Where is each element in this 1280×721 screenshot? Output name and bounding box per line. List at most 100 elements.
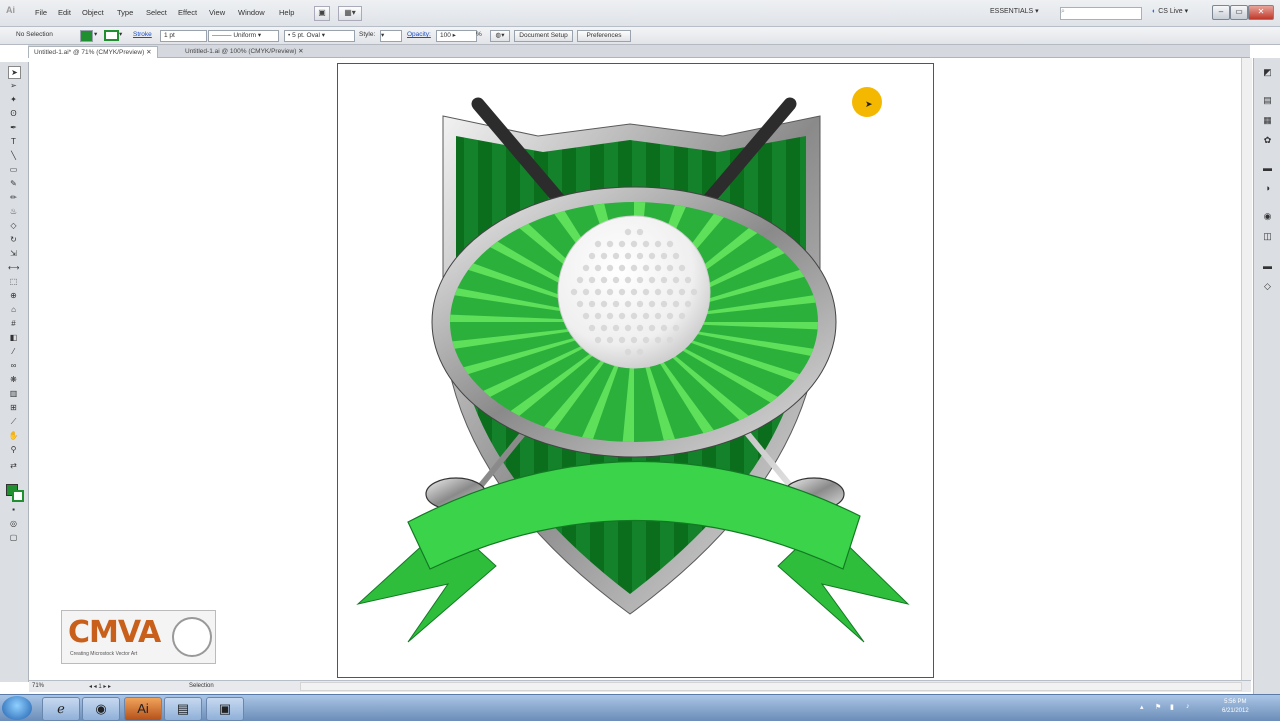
- layers-icon[interactable]: ◫: [1261, 230, 1274, 243]
- maximize-button[interactable]: ▭: [1230, 5, 1248, 20]
- arrange-documents-button[interactable]: ▦▾: [338, 6, 362, 21]
- artboard-nav[interactable]: ◂ ◂ 1 ▸ ▸: [89, 683, 111, 690]
- close-icon[interactable]: ✕: [298, 48, 303, 55]
- mesh-tool-icon[interactable]: #: [8, 318, 19, 329]
- screen-mode-icon[interactable]: ▢: [8, 532, 19, 543]
- perspective-grid-tool-icon[interactable]: ⌂: [8, 304, 19, 315]
- tab-document-2[interactable]: Untitled-1.ai @ 100% (CMYK/Preview) ✕: [180, 46, 309, 57]
- document-setup-button[interactable]: Document Setup: [514, 30, 573, 42]
- tray-volume-icon[interactable]: ♪: [1186, 703, 1190, 710]
- symbols-icon[interactable]: ▬: [1261, 162, 1274, 175]
- close-icon[interactable]: ✕: [146, 49, 151, 56]
- direct-selection-tool-icon[interactable]: ➢: [8, 80, 19, 91]
- golf-ball-dimple: [606, 312, 614, 320]
- notes-icon[interactable]: ▤: [164, 697, 202, 721]
- firefox-icon[interactable]: ◉: [82, 697, 120, 721]
- swatches-icon[interactable]: ▦: [1261, 114, 1274, 127]
- zoom-tool-icon[interactable]: ⚲: [8, 444, 19, 455]
- width-tool-icon[interactable]: ⟷: [8, 262, 19, 273]
- drawing-mode-icon[interactable]: ◎: [8, 518, 19, 529]
- stroke-color-icon[interactable]: [12, 490, 24, 502]
- menu-file[interactable]: File: [35, 8, 47, 17]
- brushes-icon[interactable]: ✿: [1261, 134, 1274, 147]
- menu-edit[interactable]: Edit: [58, 8, 71, 17]
- menu-object[interactable]: Object: [82, 8, 104, 17]
- scale-tool-icon[interactable]: ⇲: [8, 248, 19, 259]
- illustrator-icon[interactable]: Ai: [124, 697, 162, 721]
- workspace-switcher[interactable]: ESSENTIALS ▾: [990, 7, 1039, 15]
- blob-brush-tool-icon[interactable]: ♨: [8, 206, 19, 217]
- transparency-icon[interactable]: ◇: [1261, 280, 1274, 293]
- blend-tool-icon[interactable]: ∞: [8, 360, 19, 371]
- current-tool-status[interactable]: Selection: [189, 683, 214, 689]
- menu-select[interactable]: Select: [146, 8, 167, 17]
- pen-tool-icon[interactable]: ✒: [8, 122, 19, 133]
- menu-window[interactable]: Window: [238, 8, 265, 17]
- brush-value: 5 pt. Oval: [292, 32, 320, 39]
- menu-view[interactable]: View: [209, 8, 225, 17]
- vertical-scrollbar[interactable]: [1241, 58, 1252, 680]
- slice-tool-icon[interactable]: ⟋: [8, 416, 19, 427]
- search-input[interactable]: ⌕: [1060, 7, 1142, 20]
- golf-ball-dimple: [594, 240, 602, 248]
- golf-ball-dimple: [672, 324, 680, 332]
- ie-icon[interactable]: ℯ: [42, 697, 80, 721]
- minimize-button[interactable]: –: [1212, 5, 1230, 20]
- color-guide-icon[interactable]: ▤: [1261, 94, 1274, 107]
- tray-arrow-icon[interactable]: ▴: [1140, 703, 1144, 711]
- tray-network-icon[interactable]: ▮: [1170, 703, 1174, 711]
- hand-tool-icon[interactable]: ✋: [8, 430, 19, 441]
- bridge-button[interactable]: ▣: [314, 6, 330, 21]
- opacity-field[interactable]: 100 ▸: [436, 30, 477, 42]
- recolor-artwork-button[interactable]: ◍▾: [490, 30, 510, 42]
- start-button[interactable]: [2, 696, 32, 720]
- system-clock[interactable]: 5:56 PM 6/21/2012: [1222, 698, 1249, 716]
- line-tool-icon[interactable]: ╲: [8, 150, 19, 161]
- appearance-icon[interactable]: ◉: [1261, 210, 1274, 223]
- menu-effect[interactable]: Effect: [178, 8, 197, 17]
- graph-tool-icon[interactable]: ▥: [8, 388, 19, 399]
- stroke-panel-icon[interactable]: ▬: [1261, 260, 1274, 273]
- free-transform-tool-icon[interactable]: ⬚: [8, 276, 19, 287]
- media-icon[interactable]: ▣: [206, 697, 244, 721]
- symbol-sprayer-tool-icon[interactable]: ❋: [8, 374, 19, 385]
- stroke-dropdown-icon[interactable]: ▾: [119, 30, 122, 40]
- fill-dropdown-icon[interactable]: ▾: [94, 30, 97, 40]
- zoom-level[interactable]: 71%: [32, 683, 44, 689]
- opacity-label[interactable]: Opacity:: [407, 30, 431, 40]
- menu-type[interactable]: Type: [117, 8, 133, 17]
- swap-colors-icon[interactable]: ⇄: [8, 460, 19, 471]
- menu-help[interactable]: Help: [279, 8, 294, 17]
- stroke-swatch[interactable]: [104, 30, 119, 41]
- magic-wand-tool-icon[interactable]: ✦: [8, 94, 19, 105]
- stroke-weight-field[interactable]: 1 pt: [160, 30, 207, 42]
- cs-live-button[interactable]: ◐ CS Live ▾: [1152, 7, 1188, 15]
- lasso-tool-icon[interactable]: ʘ: [8, 108, 19, 119]
- pencil-tool-icon[interactable]: ✏: [8, 192, 19, 203]
- tab-document-1[interactable]: Untitled-1.ai* @ 71% (CMYK/Preview) ✕: [28, 46, 158, 58]
- horizontal-scrollbar[interactable]: [300, 682, 1242, 691]
- graphic-style-select[interactable]: ▾: [380, 30, 402, 42]
- close-button[interactable]: ✕: [1248, 5, 1274, 20]
- rectangle-tool-icon[interactable]: ▭: [8, 164, 19, 175]
- graphic-styles-icon[interactable]: ◑: [1261, 182, 1274, 195]
- selection-tool-icon[interactable]: ➤: [8, 66, 21, 79]
- paintbrush-tool-icon[interactable]: ✎: [8, 178, 19, 189]
- golf-ball-dimple: [588, 324, 596, 332]
- rotate-tool-icon[interactable]: ↻: [8, 234, 19, 245]
- fill-swatch[interactable]: [80, 30, 93, 42]
- tray-flag-icon[interactable]: ⚑: [1155, 703, 1161, 711]
- preferences-button[interactable]: Preferences: [577, 30, 631, 42]
- brush-select[interactable]: • 5 pt. Oval ▾: [284, 30, 355, 42]
- artboard-tool-icon[interactable]: ⊞: [8, 402, 19, 413]
- stroke-label[interactable]: Stroke: [133, 30, 152, 40]
- stroke-profile-select[interactable]: ——— Uniform ▾: [208, 30, 279, 42]
- eraser-tool-icon[interactable]: ◇: [8, 220, 19, 231]
- color-panel-icon[interactable]: ◩: [1261, 66, 1274, 79]
- eyedropper-tool-icon[interactable]: ⁄: [8, 346, 19, 357]
- gradient-tool-icon[interactable]: ◧: [8, 332, 19, 343]
- color-mode-icon[interactable]: ▪: [8, 504, 19, 515]
- shape-builder-tool-icon[interactable]: ⊕: [8, 290, 19, 301]
- type-tool-icon[interactable]: T: [8, 136, 19, 147]
- artboard[interactable]: [337, 63, 934, 678]
